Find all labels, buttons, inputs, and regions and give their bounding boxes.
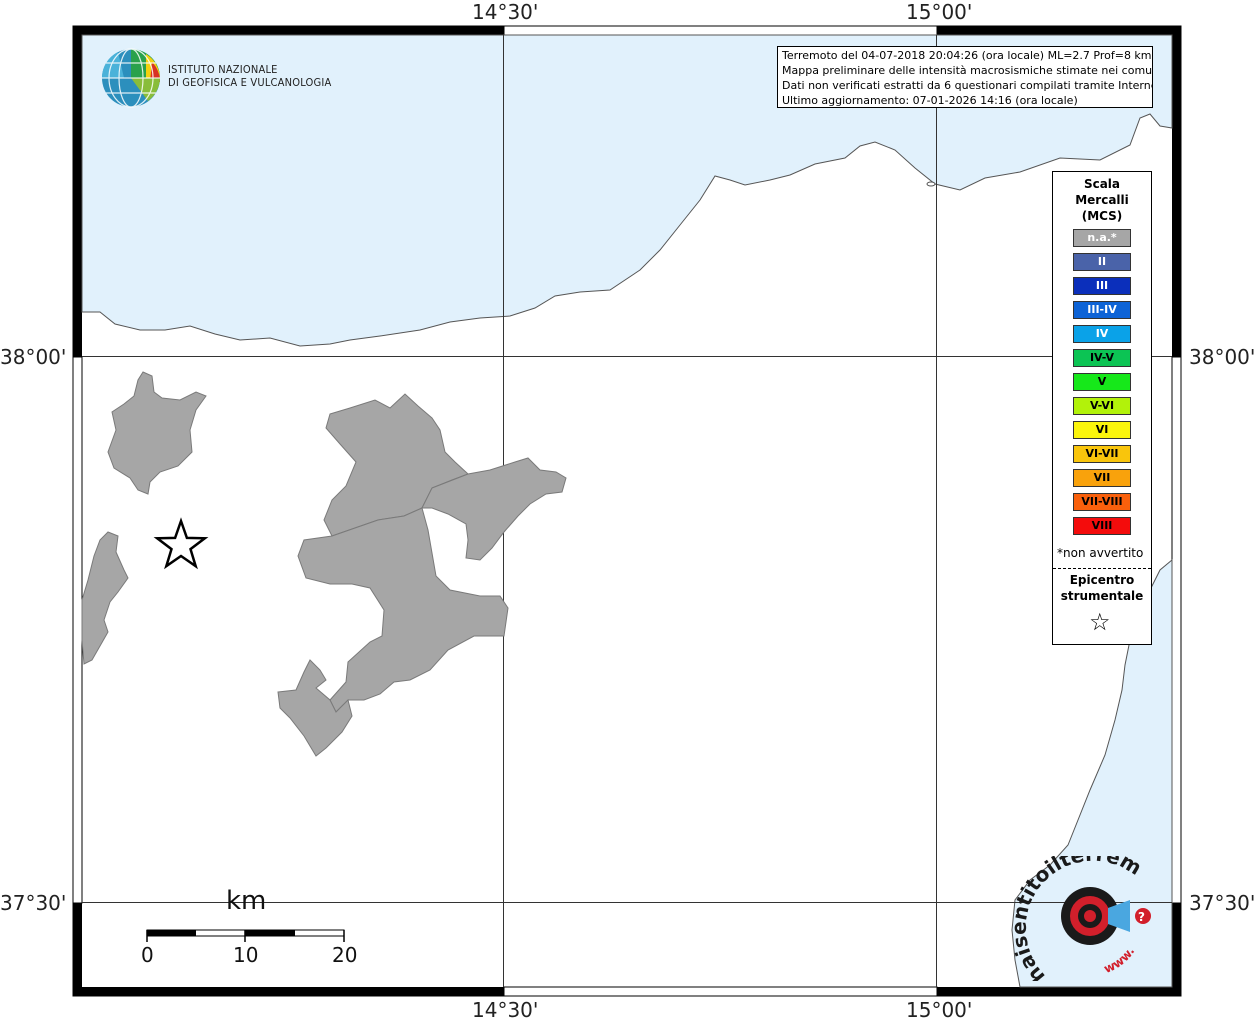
event-info-line1: Terremoto del 04-07-2018 20:04:26 (ora l… (782, 49, 1152, 62)
legend-title-line2: Mercalli (1075, 193, 1129, 207)
ingv-logo-text: ISTITUTO NAZIONALE DI GEOFISICA E VULCAN… (168, 63, 331, 89)
lat-label-right-3800: 38°00' (1189, 345, 1254, 369)
legend-star-icon: ☆ (1089, 608, 1111, 636)
legend-swatch: VII-VIII (1073, 493, 1131, 511)
legend-swatch: III-IV (1073, 301, 1131, 319)
lat-label-left-3800: 38°00' (0, 345, 67, 369)
legend-divider (1053, 568, 1151, 569)
legend-title: Scala Mercalli (MCS) (1053, 176, 1151, 224)
legend-swatch: VIII (1073, 517, 1131, 535)
legend-swatch: V-VI (1073, 397, 1131, 415)
legend-epicenter-line2: strumentale (1060, 589, 1144, 603)
scale-unit: km (226, 886, 267, 916)
lon-label-top-1430: 14°30' (472, 0, 539, 24)
lat-label-right-3730: 37°30' (1189, 891, 1254, 915)
scale-tick-0: 0 (141, 943, 154, 967)
scale-tick-10: 10 (233, 943, 259, 967)
hsit-question-icon: ? (1138, 910, 1145, 924)
event-info-line2: Mappa preliminare delle intensità macros… (782, 64, 1153, 77)
event-info-line3: Dati non verificati estratti da 6 questi… (782, 79, 1153, 92)
lon-label-bottom-1500: 15°00' (906, 998, 973, 1022)
legend-swatch: VII (1073, 469, 1131, 487)
legend-epicenter-line1: Epicentro (1069, 573, 1135, 587)
hsit-watermark: haisentitoilterremoto.it www. ? (1010, 856, 1146, 981)
legend-swatch: n.a.* (1073, 229, 1131, 247)
legend-swatch: II (1073, 253, 1131, 271)
legend-title-line1: Scala (1083, 177, 1121, 191)
legend-swatch: III (1073, 277, 1131, 295)
mcs-legend: Scala Mercalli (MCS) n.a.* II III III-IV IV I… (1052, 171, 1152, 645)
event-info-line4: Ultimo aggiornamento: 07-01-2026 14:16 (… (782, 94, 1078, 107)
legend-swatch: VI-VII (1073, 445, 1131, 463)
lat-label-left-3730: 37°30' (0, 891, 67, 915)
lon-label-bottom-1430: 14°30' (472, 998, 539, 1022)
legend-title-line3: (MCS) (1081, 209, 1123, 223)
legend-note: *non avvertito (1057, 546, 1144, 560)
lon-label-top-1500: 15°00' (906, 0, 973, 24)
legend-epicenter-label: Epicentro strumentale (1053, 572, 1151, 604)
ingv-logo-line1: ISTITUTO NAZIONALE (168, 63, 278, 76)
islet (926, 181, 936, 187)
legend-swatch: IV-V (1073, 349, 1131, 367)
legend-swatch: VI (1073, 421, 1131, 439)
scale-tick-20: 20 (332, 943, 358, 967)
hsit-watermark-url: www. (1102, 944, 1138, 976)
legend-swatch: IV (1073, 325, 1131, 343)
ingv-logo-icon (101, 48, 160, 108)
event-info-box: Terremoto del 04-07-2018 20:04:26 (ora l… (777, 46, 1153, 108)
ingv-logo-line2: DI GEOFISICA E VULCANOLOGIA (168, 76, 332, 89)
legend-swatch: V (1073, 373, 1131, 391)
